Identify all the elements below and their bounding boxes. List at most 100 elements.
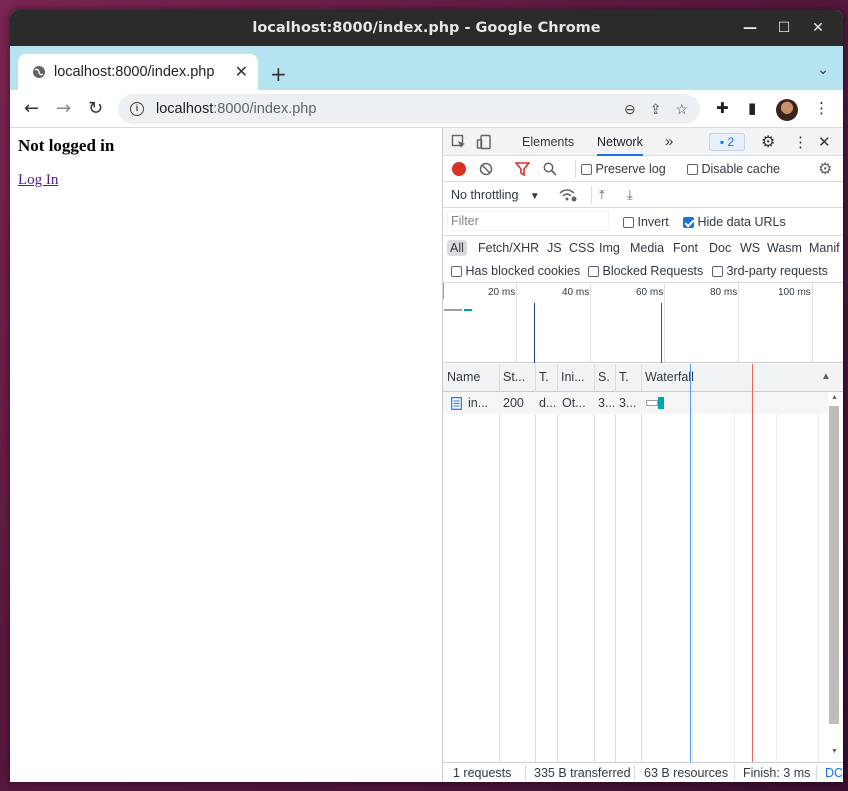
extensions-icon[interactable]: ✚ — [716, 99, 729, 117]
type-media[interactable]: Media — [630, 241, 664, 255]
record-icon[interactable] — [452, 162, 466, 176]
type-ws[interactable]: WS — [740, 241, 760, 255]
devtools-menu-icon[interactable]: ⋮ — [793, 133, 808, 151]
zoom-icon[interactable]: ⊖ — [624, 101, 636, 118]
devtools-tabs: Elements Network » ▪ 2 ⚙ ⋮ ✕ — [443, 128, 843, 156]
disable-cache-checkbox[interactable]: Disable cache — [687, 162, 780, 176]
network-status-bar: 1 requests 335 B transferred 63 B resour… — [443, 762, 843, 782]
address-bar[interactable]: i localhost:8000/index.php ⊖ ⇪ ☆ — [118, 94, 700, 124]
page-heading: Not logged in — [18, 136, 115, 155]
timeline-label: 100 ms — [778, 287, 811, 298]
timeline-gridline — [590, 283, 591, 362]
minimize-button[interactable]: — — [733, 20, 767, 36]
timeline-gridline — [812, 283, 813, 362]
column-divider — [641, 364, 642, 762]
status-divider — [525, 765, 526, 781]
issues-badge[interactable]: ▪ 2 — [709, 133, 745, 151]
tab-network[interactable]: Network — [597, 135, 643, 156]
col-time[interactable]: T. — [619, 370, 633, 384]
cell-status: 200 — [503, 396, 524, 410]
requests-scrollbar[interactable]: ▲ ▼ — [828, 392, 842, 762]
scroll-up-icon[interactable]: ▲ — [831, 394, 838, 401]
share-icon[interactable]: ⇪ — [650, 101, 662, 118]
clear-icon[interactable] — [479, 162, 493, 176]
side-panel-icon[interactable]: ▮ — [748, 99, 756, 117]
chrome-menu-icon[interactable]: ⋮ — [814, 99, 829, 117]
dom-content-loaded-marker — [534, 303, 535, 363]
globe-icon — [33, 66, 45, 78]
more-tabs-icon[interactable]: » — [665, 133, 673, 150]
device-toolbar-icon[interactable] — [476, 134, 492, 150]
network-settings-icon[interactable]: ⚙ — [818, 159, 832, 179]
timeline-label: 60 ms — [636, 287, 664, 298]
col-type[interactable]: T. — [539, 370, 553, 384]
filter-icon[interactable] — [515, 162, 530, 176]
import-har-icon[interactable]: ⤒ — [599, 187, 605, 203]
login-link[interactable]: Log In — [18, 172, 58, 189]
type-font[interactable]: Font — [673, 241, 698, 255]
inspect-element-icon[interactable] — [451, 134, 467, 150]
invert-checkbox[interactable]: Invert — [623, 215, 669, 229]
window-controls: — ☐ ✕ — [733, 10, 835, 46]
toolbar-divider — [575, 160, 576, 178]
close-tab-icon[interactable]: ✕ — [235, 62, 248, 82]
overview-request-bar — [444, 309, 462, 311]
close-window-button[interactable]: ✕ — [801, 20, 835, 36]
scroll-down-icon[interactable]: ▼ — [831, 748, 838, 755]
tab-search-icon[interactable]: ⌄ — [817, 62, 829, 78]
throttling-select[interactable]: No throttling ▼ — [451, 188, 540, 202]
scrollbar-thumb[interactable] — [829, 406, 839, 724]
export-har-icon[interactable]: ⤓ — [627, 187, 633, 203]
maximize-button[interactable]: ☐ — [767, 20, 801, 36]
timeline-label: 80 ms — [710, 287, 738, 298]
third-party-requests-checkbox[interactable]: 3rd-party requests — [712, 264, 828, 278]
table-row[interactable]: in... 200 d... Ot... 3... 3... — [443, 392, 828, 414]
devtools-panel: Elements Network » ▪ 2 ⚙ ⋮ ✕ Preserve lo… — [442, 128, 843, 782]
col-name[interactable]: Name — [447, 370, 497, 384]
forward-button[interactable]: → — [56, 98, 71, 119]
url-text[interactable]: localhost:8000/index.php — [156, 101, 610, 117]
tab-elements[interactable]: Elements — [522, 135, 574, 149]
overview-timeline[interactable]: 20 ms 40 ms 60 ms 80 ms 100 ms — [443, 283, 843, 363]
type-img[interactable]: Img — [599, 241, 620, 255]
browser-tab[interactable]: localhost:8000/index.php ✕ — [18, 54, 258, 90]
type-js[interactable]: JS — [547, 241, 562, 255]
site-info-icon[interactable]: i — [130, 102, 144, 116]
reload-button[interactable]: ↻ — [88, 98, 103, 119]
requests-table-header: Name St... T. Ini... S. T. Waterfall ▲ — [443, 364, 843, 392]
type-doc[interactable]: Doc — [709, 241, 731, 255]
cell-name: in... — [468, 396, 489, 410]
network-conditions-icon[interactable] — [559, 188, 577, 202]
status-requests: 1 requests — [453, 766, 512, 780]
type-fetch-xhr[interactable]: Fetch/XHR — [478, 241, 539, 255]
type-wasm[interactable]: Wasm — [767, 241, 802, 255]
type-manifest[interactable]: Manif — [809, 241, 840, 255]
column-divider — [535, 364, 536, 762]
has-blocked-cookies-checkbox[interactable]: Has blocked cookies — [451, 264, 580, 278]
col-initiator[interactable]: Ini... — [561, 370, 591, 384]
col-waterfall[interactable]: Waterfall — [645, 370, 745, 384]
settings-icon[interactable]: ⚙ — [761, 132, 775, 152]
status-resources: 63 B resources — [644, 766, 729, 780]
blocked-requests-checkbox[interactable]: Blocked Requests — [588, 264, 703, 278]
col-status[interactable]: St... — [503, 370, 533, 384]
column-divider — [615, 364, 616, 762]
close-devtools-icon[interactable]: ✕ — [818, 133, 831, 151]
tab-strip: localhost:8000/index.php ✕ + ⌄ — [10, 46, 843, 90]
new-tab-button[interactable]: + — [270, 62, 287, 86]
type-all[interactable]: All — [447, 240, 467, 256]
profile-avatar[interactable] — [776, 99, 798, 121]
type-css[interactable]: CSS — [569, 241, 595, 255]
col-size[interactable]: S. — [598, 370, 612, 384]
cell-time: 3... — [619, 396, 637, 410]
hide-data-urls-checkbox[interactable]: Hide data URLs — [683, 215, 786, 229]
status-divider — [734, 765, 735, 781]
search-icon[interactable] — [543, 162, 557, 176]
filter-input[interactable]: Filter — [447, 211, 609, 231]
sort-ascending-icon[interactable]: ▲ — [821, 371, 831, 382]
back-button[interactable]: ← — [24, 98, 39, 119]
waterfall-gridline — [776, 392, 777, 762]
waterfall-gridline — [818, 392, 819, 762]
bookmark-star-icon[interactable]: ☆ — [675, 101, 688, 118]
preserve-log-checkbox[interactable]: Preserve log — [581, 162, 666, 176]
